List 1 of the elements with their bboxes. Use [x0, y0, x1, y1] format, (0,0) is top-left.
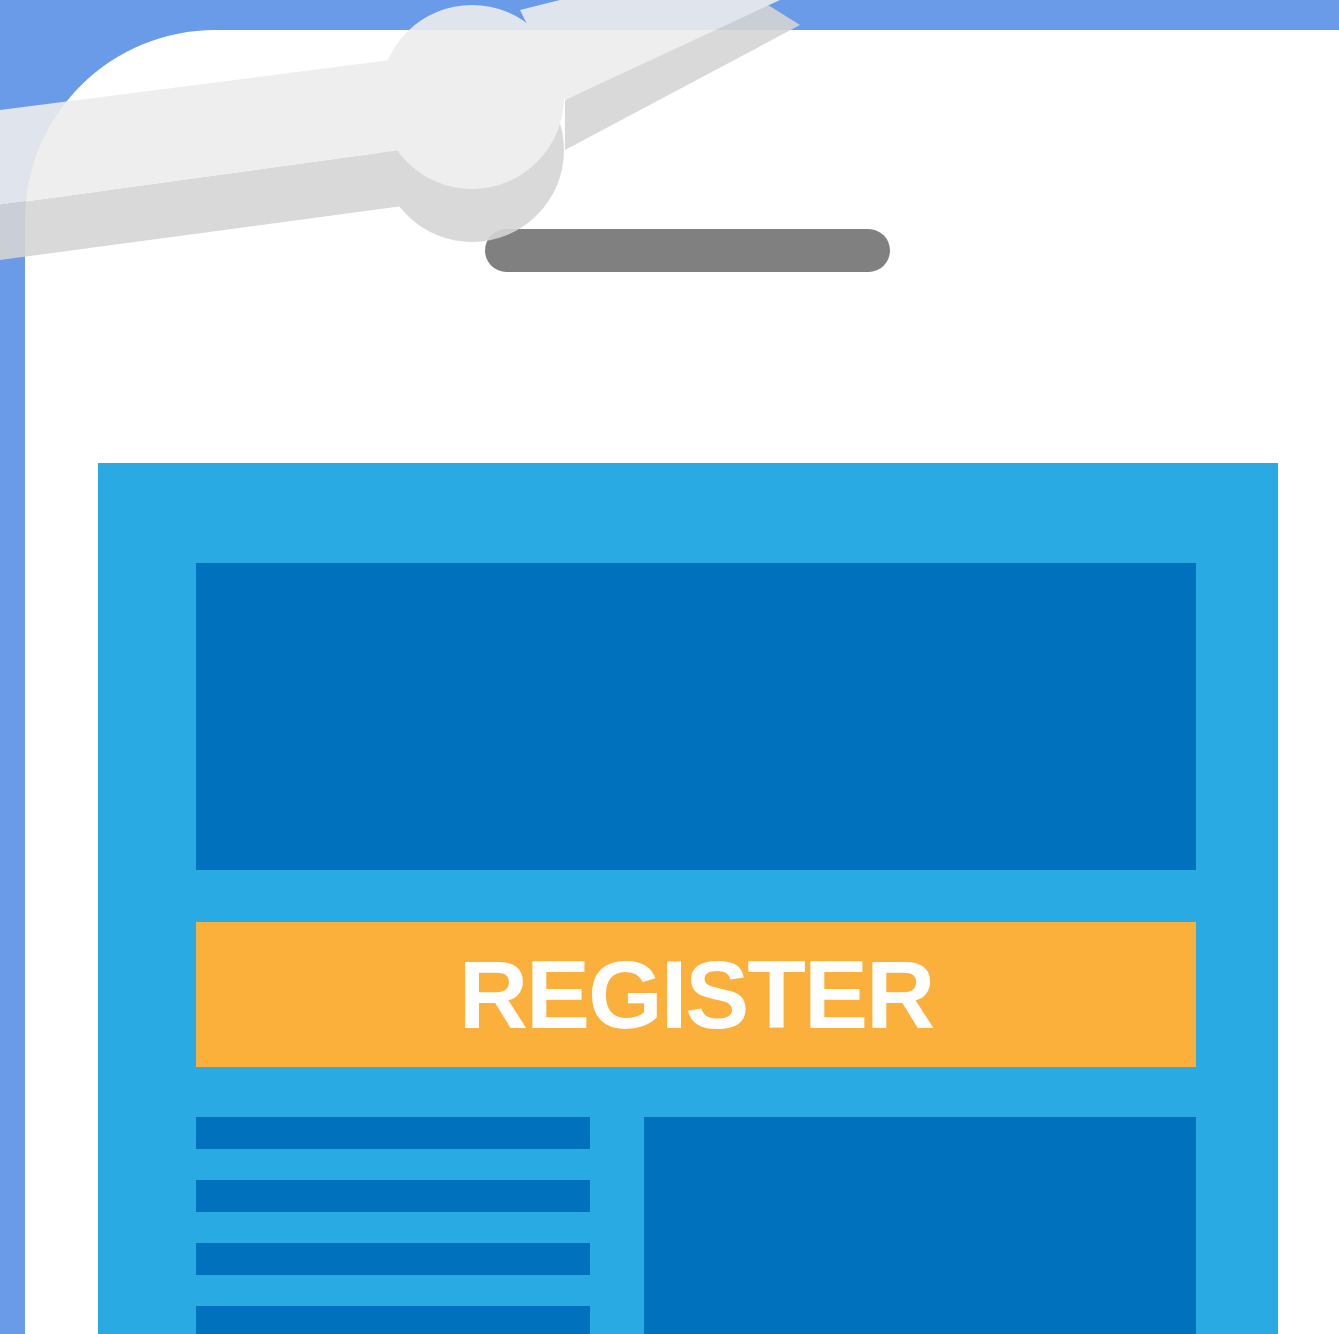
register-button[interactable]: REGISTER	[196, 922, 1196, 1067]
